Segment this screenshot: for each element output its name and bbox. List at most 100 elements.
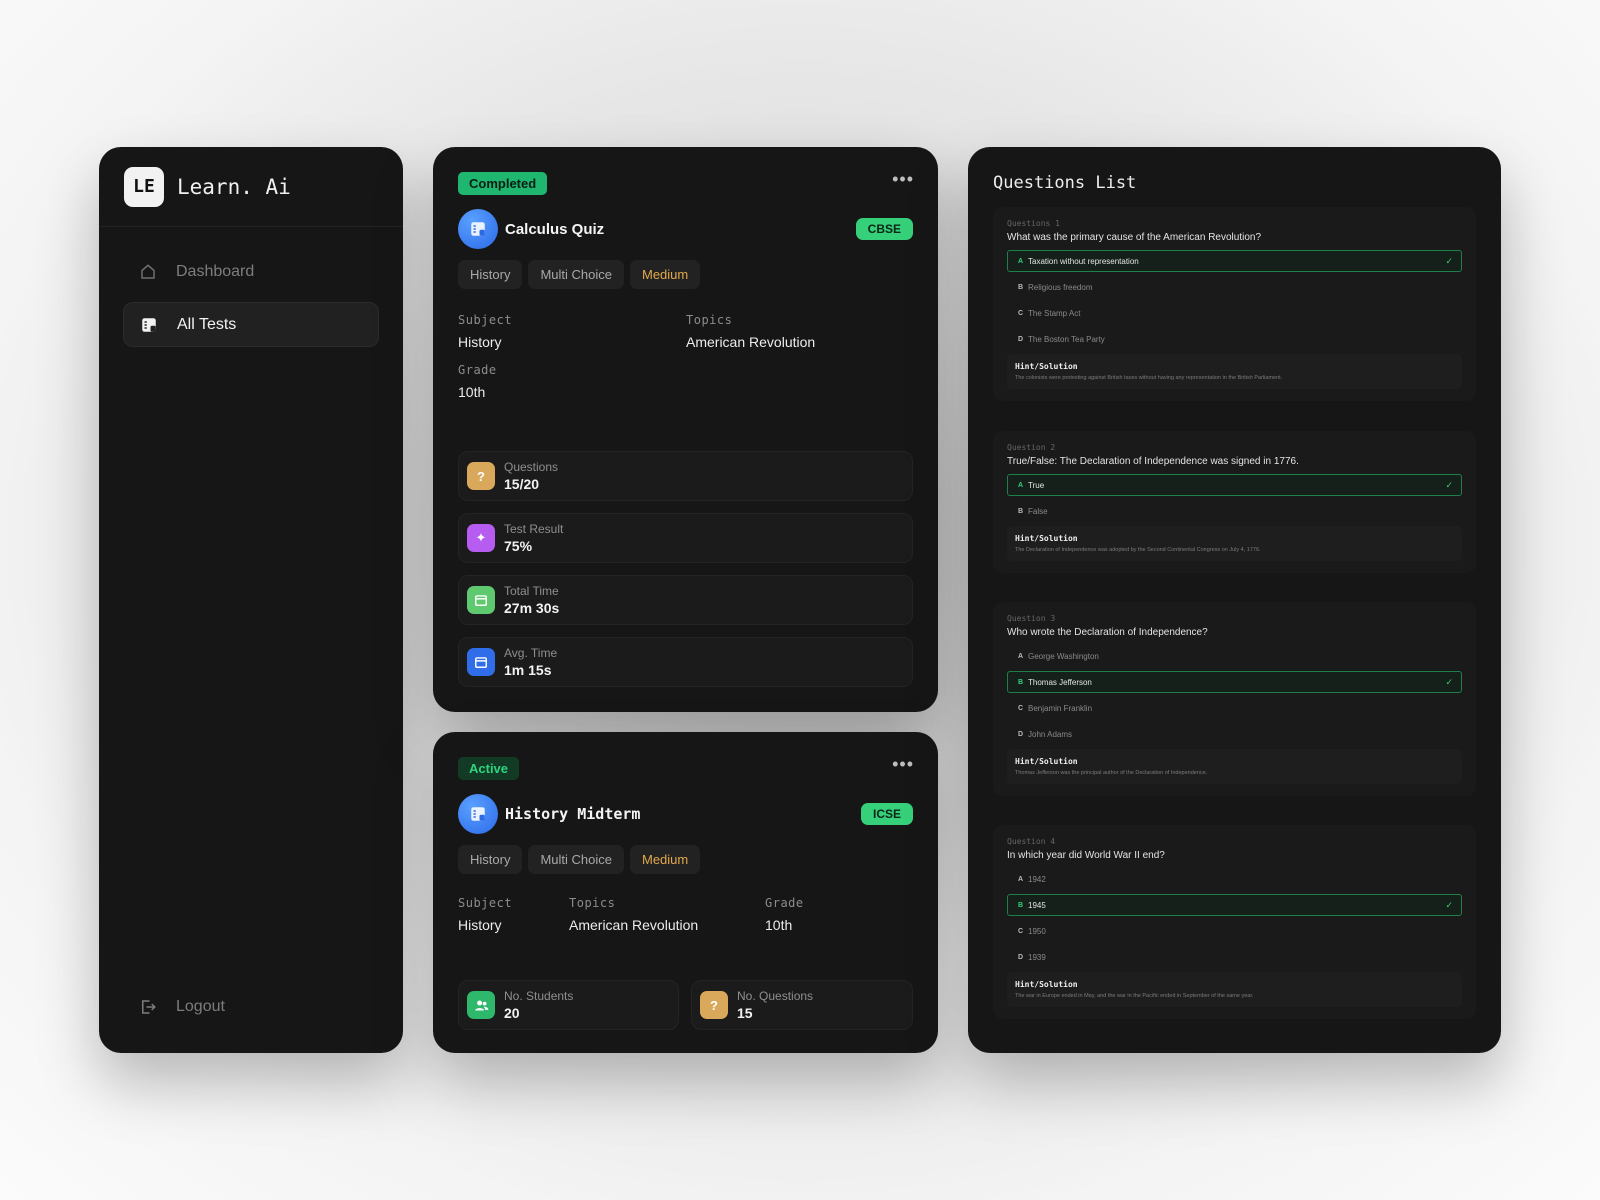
more-options-icon[interactable]: ••• — [892, 169, 914, 190]
users-icon — [467, 991, 495, 1019]
option-letter: D — [1018, 953, 1024, 961]
option-text: Religious freedom — [1028, 282, 1093, 292]
stat-total-time: Total Time 27m 30s — [458, 575, 913, 625]
logout-button[interactable]: Logout — [138, 997, 225, 1017]
nav-label-dashboard: Dashboard — [176, 262, 255, 280]
option-letter: A — [1018, 481, 1024, 489]
stat-test-result: ✦ Test Result 75% — [458, 513, 913, 563]
subject-field: Subject History — [458, 896, 512, 933]
option-letter: B — [1018, 507, 1024, 515]
stat-students: No. Students 20 — [458, 980, 679, 1030]
option-letter: B — [1018, 678, 1024, 686]
tag-list: History Multi Choice Medium — [458, 845, 701, 874]
tests-icon — [471, 807, 485, 821]
grade-label: Grade — [458, 363, 497, 377]
test-card-history-midterm[interactable]: Active ••• History Midterm ICSE History … — [433, 732, 938, 1053]
option-letter: C — [1018, 309, 1024, 317]
question-number: Question 3 — [1007, 614, 1056, 623]
option-letter: B — [1018, 901, 1024, 909]
question-card: Question 3 Who wrote the Declaration of … — [993, 602, 1476, 796]
answer-option[interactable]: B 1945 ✓ — [1007, 894, 1462, 916]
stat-label: No. Students — [504, 989, 574, 1003]
option-text: John Adams — [1028, 729, 1073, 739]
more-options-icon[interactable]: ••• — [892, 754, 914, 775]
nav-label-all-tests: All Tests — [177, 315, 237, 333]
tag-list: History Multi Choice Medium — [458, 260, 701, 289]
questions-list-panel: Questions List Questions 1 What was the … — [968, 147, 1501, 1053]
test-card-calculus-quiz[interactable]: Completed ••• Calculus Quiz CBSE History… — [433, 147, 938, 712]
brand: LE Learn. Ai — [99, 147, 403, 227]
grade-value: 10th — [765, 917, 793, 933]
tag-difficulty: Medium — [629, 260, 701, 289]
answer-option[interactable]: C Benjamin Franklin — [1007, 697, 1462, 719]
brand-logo[interactable]: LE — [124, 166, 164, 207]
check-icon: ✓ — [1445, 255, 1453, 266]
question-text: True/False: The Declaration of Independe… — [1007, 456, 1299, 467]
test-avatar — [458, 794, 498, 834]
calendar-icon — [467, 648, 495, 676]
hint-text: The war in Europe ended in May, and the … — [1015, 993, 1254, 999]
subject-value: History — [458, 917, 502, 933]
option-text: Benjamin Franklin — [1028, 703, 1093, 713]
question-card: Questions 1 What was the primary cause o… — [993, 207, 1476, 401]
topics-label: Topics — [686, 313, 733, 327]
home-icon — [138, 262, 158, 282]
hint-box: Hint/Solution The war in Europe ended in… — [1007, 972, 1462, 1007]
answer-option[interactable]: D The Boston Tea Party — [1007, 328, 1462, 350]
subject-label: Subject — [458, 896, 513, 910]
answer-option[interactable]: B False — [1007, 500, 1462, 522]
tag-type: Multi Choice — [528, 845, 624, 874]
hint-label: Hint/Solution — [1015, 362, 1078, 371]
status-badge: Active — [458, 757, 520, 780]
option-letter: D — [1018, 730, 1024, 738]
answer-option[interactable]: C 1950 — [1007, 920, 1462, 942]
answer-option[interactable]: A True ✓ — [1007, 474, 1462, 496]
nav-menu: Dashboard All Tests — [99, 227, 403, 347]
stat-question-count: ? No. Questions 15 — [691, 980, 913, 1030]
answer-option[interactable]: A 1942 — [1007, 868, 1462, 890]
option-text: 1939 — [1028, 952, 1046, 962]
answer-option[interactable]: D 1939 — [1007, 946, 1462, 968]
test-title-row: Calculus Quiz CBSE — [458, 209, 913, 249]
answer-option[interactable]: B Religious freedom — [1007, 276, 1462, 298]
question-number: Questions 1 — [1007, 219, 1060, 228]
sparkle-icon: ✦ — [467, 524, 495, 552]
tests-icon — [139, 315, 159, 335]
question-card: Question 2 True/False: The Declaration o… — [993, 431, 1476, 573]
question-number: Question 2 — [1007, 443, 1056, 452]
logout-label: Logout — [176, 998, 225, 1015]
questions-list-title: Questions List — [993, 173, 1137, 193]
answer-option[interactable]: A George Washington — [1007, 645, 1462, 667]
answer-option[interactable]: B Thomas Jefferson ✓ — [1007, 671, 1462, 693]
option-text: True — [1028, 480, 1045, 490]
board-badge: ICSE — [860, 803, 913, 825]
tag-difficulty: Medium — [629, 845, 701, 874]
question-icon: ? — [467, 462, 495, 490]
board-badge: CBSE — [855, 218, 913, 240]
answer-option[interactable]: C The Stamp Act — [1007, 302, 1462, 324]
hint-label: Hint/Solution — [1015, 534, 1078, 543]
topics-field: Topics American Revolution — [686, 313, 815, 350]
brand-name: Learn. Ai — [177, 174, 291, 199]
stat-value: 27m 30s — [504, 600, 560, 616]
stat-label: Questions — [504, 460, 559, 474]
stat-questions: ? Questions 15/20 — [458, 451, 913, 501]
grade-label: Grade — [765, 896, 804, 910]
stat-label: No. Questions — [737, 989, 814, 1003]
answer-option[interactable]: A Taxation without representation ✓ — [1007, 250, 1462, 272]
answer-option[interactable]: D John Adams — [1007, 723, 1462, 745]
question-icon: ? — [700, 991, 728, 1019]
nav-item-dashboard[interactable]: Dashboard — [123, 249, 379, 294]
hint-text: The colonists were protesting against Br… — [1015, 375, 1283, 381]
option-text: 1942 — [1028, 874, 1046, 884]
option-letter: B — [1018, 283, 1024, 291]
topics-value: American Revolution — [686, 334, 816, 350]
question-card: Question 4 In which year did World War I… — [993, 825, 1476, 1019]
option-letter: D — [1018, 335, 1024, 343]
nav-item-all-tests[interactable]: All Tests — [123, 302, 379, 347]
tag-subject: History — [458, 260, 523, 289]
topics-label: Topics — [569, 896, 616, 910]
option-text: False — [1028, 506, 1048, 516]
option-text: The Boston Tea Party — [1028, 334, 1105, 344]
option-text: The Stamp Act — [1028, 308, 1081, 318]
